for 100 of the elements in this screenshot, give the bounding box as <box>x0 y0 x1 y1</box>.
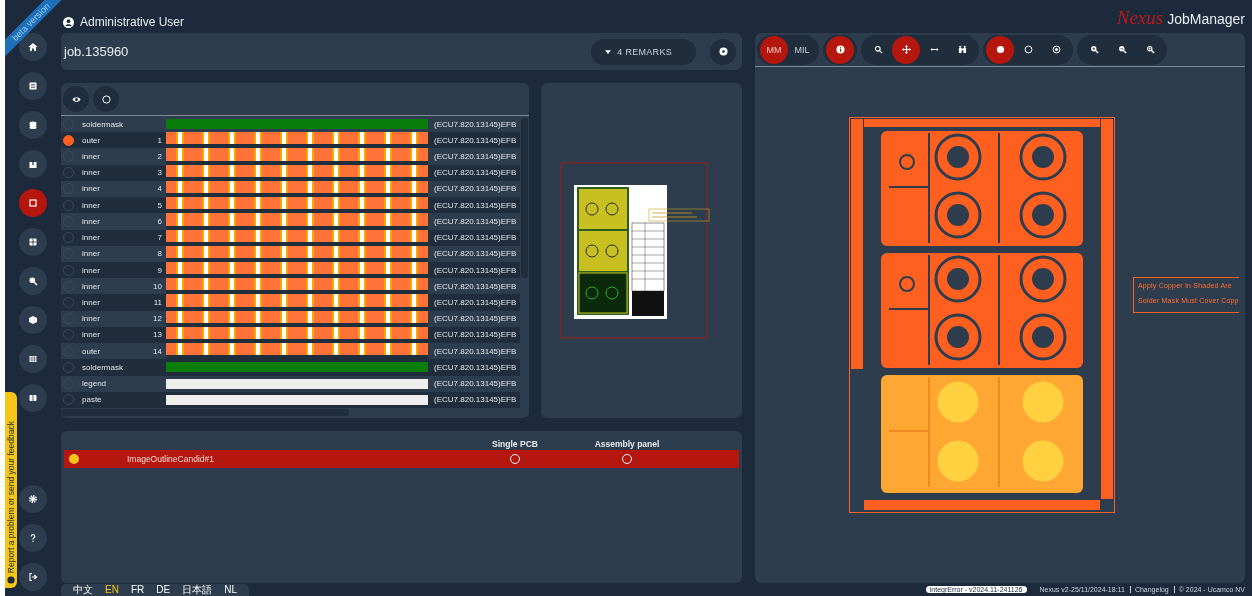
info-icon <box>835 45 845 54</box>
layer-file: (ECU7.820.13145)EFB <box>434 168 518 178</box>
search-icon <box>873 45 883 54</box>
layer-type: inner <box>82 265 101 275</box>
sidebar-button[interactable] <box>19 345 47 373</box>
layer-number: 7 <box>157 233 162 243</box>
layer-number: 4 <box>157 184 162 194</box>
layer-number: 12 <box>153 314 162 324</box>
sidebar-button[interactable] <box>19 150 47 178</box>
home-icon <box>28 42 38 52</box>
layer-file: (ECU7.820.13145)EFB <box>434 314 518 324</box>
layer-type: inner <box>82 168 101 178</box>
column-header: Assembly panel <box>593 438 661 449</box>
visibility-button[interactable] <box>63 86 89 112</box>
eye-icon <box>71 94 81 104</box>
sidebar-button[interactable] <box>19 485 47 513</box>
layer-file: (ECU7.820.13145)EFB <box>434 152 518 162</box>
sidebar-button[interactable] <box>19 111 47 139</box>
layer-number: 9 <box>157 265 162 275</box>
chart-icon <box>28 159 38 169</box>
move-icon <box>901 45 911 54</box>
layer-number: 8 <box>157 249 162 259</box>
layer-number: 10 <box>153 281 162 291</box>
circle-icon <box>101 94 111 104</box>
zoom-fit-icon <box>1145 45 1155 54</box>
layer-file: (ECU7.820.13145)EFB <box>434 265 518 275</box>
search-icon <box>28 276 38 286</box>
layer-file: (ECU7.820.13145)EFB <box>434 249 518 259</box>
columns-icon <box>28 393 38 403</box>
layer-type: inner <box>82 330 101 340</box>
logout-icon <box>28 572 38 582</box>
user-icon <box>63 16 74 28</box>
language-option[interactable]: 日本語 <box>176 583 219 596</box>
unit-toggle[interactable]: MIL <box>788 35 816 64</box>
layer-type: outer <box>82 346 102 356</box>
layer-type: inner <box>82 249 101 259</box>
layer-number: 3 <box>157 168 162 178</box>
target-icon <box>1051 45 1061 54</box>
layer-type: paste <box>82 395 103 405</box>
sidebar-button[interactable] <box>19 228 47 256</box>
settings-icon <box>28 494 38 504</box>
layer-file: (ECU7.820.13145)EFB <box>434 184 518 194</box>
language-option[interactable]: EN <box>99 583 125 596</box>
feedback-tab[interactable]: Report a problem or send your feedback <box>5 392 17 588</box>
sidebar-button[interactable] <box>19 306 47 334</box>
sidebar-button[interactable] <box>19 189 47 217</box>
remarks-button[interactable]: 4 REMARKS <box>591 38 696 65</box>
layer-file: (ECU7.820.13145)EFB <box>434 216 518 226</box>
record-button[interactable] <box>710 38 736 65</box>
product-name: JobManager <box>1167 11 1245 27</box>
sidebar-button[interactable] <box>19 563 47 591</box>
user-name: Administrative User <box>80 15 185 29</box>
box-icon <box>28 315 38 325</box>
layer-file: (ECU7.820.13145)EFB <box>434 200 518 210</box>
table-icon <box>28 354 38 364</box>
layer-file: (ECU7.820.13145)EFB <box>434 362 518 372</box>
layer-file: (ECU7.820.13145)EFB <box>434 119 518 129</box>
layer-file: (ECU7.820.13145)EFB <box>434 330 518 340</box>
tool-button[interactable] <box>986 35 1014 64</box>
dot-circle-icon <box>718 47 728 56</box>
layer-number: 6 <box>157 216 162 226</box>
layer-type: legend <box>82 379 108 389</box>
layer-file: (ECU7.820.13145)EFB <box>434 346 518 356</box>
sidebar-button[interactable] <box>19 384 47 412</box>
grid-icon <box>28 237 38 247</box>
outline-row[interactable]: ImageOutlineCandid#1 <box>64 450 739 468</box>
language-option[interactable]: NL <box>218 583 243 596</box>
list-icon <box>28 81 38 91</box>
layer-radio[interactable] <box>63 134 74 146</box>
sidebar-button[interactable] <box>19 72 47 100</box>
layer-file: (ECU7.820.13145)EFB <box>434 298 518 307</box>
language-option[interactable]: FR <box>124 583 151 596</box>
layer-number: 11 <box>153 298 162 307</box>
sidebar-button[interactable] <box>19 267 47 295</box>
outline-name: ImageOutlineCandid#1 <box>127 454 215 464</box>
language-option[interactable]: DE <box>150 583 177 596</box>
layer-file: (ECU7.820.13145)EFB <box>434 395 518 405</box>
column-header: Single PCB <box>491 438 539 449</box>
layer-file: (ECU7.820.13145)EFB <box>434 379 518 389</box>
layer-number: 5 <box>157 200 162 210</box>
layer-type: soldermask <box>82 119 124 129</box>
layer-type: inner <box>82 233 101 243</box>
unit-toggle[interactable]: MM <box>760 35 788 64</box>
layer-type: inner <box>82 184 101 194</box>
layer-type: outer <box>82 135 102 145</box>
language-option[interactable]: 中文 <box>67 583 99 596</box>
help-icon <box>28 533 38 543</box>
caret-icon <box>605 49 612 54</box>
tool-button[interactable] <box>892 35 920 64</box>
layer-number: 14 <box>153 346 162 356</box>
deselect-button[interactable] <box>93 86 119 112</box>
square-icon <box>28 198 38 208</box>
layer-type: inner <box>82 298 101 307</box>
layer-file: (ECU7.820.13145)EFB <box>434 281 518 291</box>
filled-circle-icon <box>995 45 1005 54</box>
layer-type: inner <box>82 216 101 226</box>
zoom-out-icon <box>1117 45 1127 54</box>
layer-number: 1 <box>157 135 162 145</box>
layer-type: soldermask <box>82 362 124 372</box>
layer-number: 2 <box>157 152 162 162</box>
